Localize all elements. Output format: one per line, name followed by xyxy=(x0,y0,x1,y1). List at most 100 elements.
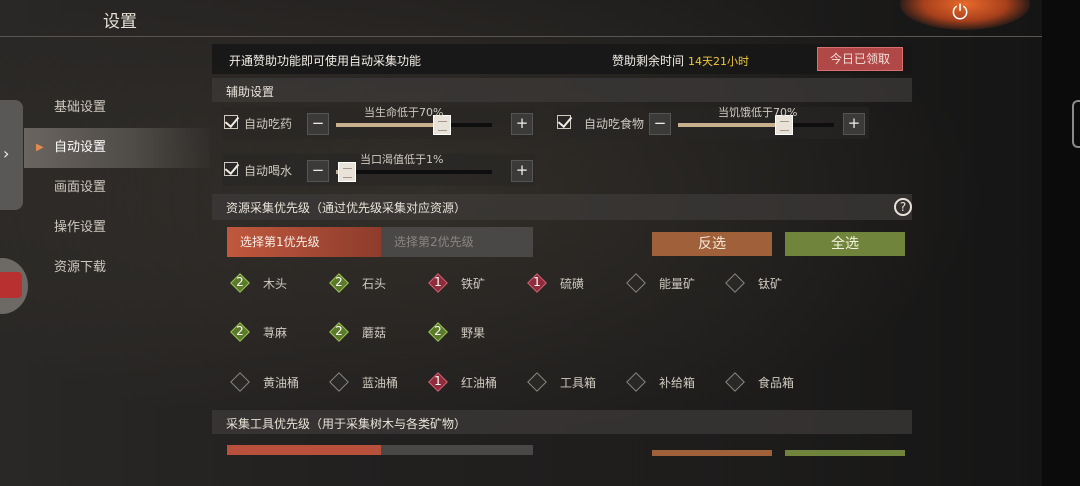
menu-item-label: 画面设置 xyxy=(54,180,107,195)
resource-label: 木头 xyxy=(263,277,288,291)
priority-level: 1 xyxy=(434,374,442,388)
menu-item-display[interactable]: 画面设置 xyxy=(24,168,210,208)
page-title: 设置 xyxy=(103,12,137,32)
sponsor-remaining: 赞助剩余时间 14天21小时 xyxy=(612,52,749,69)
tools-tab-priority-1[interactable] xyxy=(227,445,381,455)
tools-invert-button[interactable] xyxy=(652,450,772,456)
auto-medicine-label: 自动吃药 xyxy=(244,117,293,131)
priority-diamond-icon: 2 xyxy=(230,273,250,293)
right-drawer-handle[interactable] xyxy=(1072,100,1080,148)
chevron-right-icon: › xyxy=(3,144,10,163)
sponsor-message: 开通赞助功能即可使用自动采集功能 xyxy=(229,54,422,68)
priority-diamond-icon: 2 xyxy=(230,322,250,342)
tab-priority-2[interactable]: 选择第2优先级 xyxy=(381,227,533,257)
priority-diamond-icon: 2 xyxy=(329,273,349,293)
resource-label: 荨麻 xyxy=(263,326,288,340)
gather-section-title: 资源采集优先级（通过优先级采集对应资源） xyxy=(226,201,467,215)
priority-diamond-icon: 1 xyxy=(527,273,547,293)
menu-item-label: 自动设置 xyxy=(54,140,107,155)
resource-label: 钛矿 xyxy=(758,277,783,291)
avatar-image xyxy=(0,272,22,298)
resource-label: 红油桶 xyxy=(461,376,498,390)
resource-label: 工具箱 xyxy=(560,376,597,390)
header-divider xyxy=(0,36,1042,37)
priority-level: 2 xyxy=(236,324,244,338)
right-edge-strip xyxy=(1042,0,1080,486)
auto-water-checkbox[interactable] xyxy=(224,162,238,176)
priority-diamond-icon xyxy=(230,372,250,392)
priority-level: 2 xyxy=(434,324,442,338)
auto-medicine-row: 自动吃药 − 当生命低于70% + xyxy=(222,106,535,139)
sponsor-banner: 开通赞助功能即可使用自动采集功能 赞助剩余时间 14天21小时 今日已领取 xyxy=(212,44,912,74)
auto-medicine-caption: 当生命低于70% xyxy=(364,106,444,119)
remaining-value: 14天21小时 xyxy=(688,55,750,68)
side-expand-tab[interactable]: › xyxy=(0,100,23,210)
settings-content: 开通赞助功能即可使用自动采集功能 赞助剩余时间 14天21小时 今日已领取 辅助设… xyxy=(212,40,912,456)
priority-diamond-icon: 1 xyxy=(428,273,448,293)
auto-medicine-slider-fill xyxy=(336,123,446,127)
resource-label: 铁矿 xyxy=(461,277,486,291)
resource-label: 硫磺 xyxy=(560,277,585,291)
auto-water-plus-button[interactable]: + xyxy=(511,160,533,182)
priority-level: 2 xyxy=(236,275,244,289)
priority-diamond-icon xyxy=(329,372,349,392)
auto-water-slider-thumb[interactable] xyxy=(338,162,356,182)
menu-item-label: 操作设置 xyxy=(54,220,107,235)
priority-level: 1 xyxy=(434,275,442,289)
auto-food-checkbox[interactable] xyxy=(557,115,571,129)
daily-claim-button[interactable]: 今日已领取 xyxy=(817,47,903,71)
remaining-label: 赞助剩余时间 xyxy=(612,54,685,68)
priority-diamond-icon xyxy=(626,372,646,392)
select-all-button[interactable]: 全选 xyxy=(785,232,905,256)
invert-selection-button[interactable]: 反选 xyxy=(652,232,772,256)
resource-label: 蓝油桶 xyxy=(362,376,399,390)
auto-water-label: 自动喝水 xyxy=(244,164,293,178)
auto-food-row: 自动吃食物 − 当饥饿低于70% + xyxy=(554,106,869,139)
tools-section-title: 采集工具优先级（用于采集树木与各类矿物） xyxy=(226,417,467,431)
menu-item-label: 资源下载 xyxy=(54,260,107,275)
resource-label: 野果 xyxy=(461,326,486,340)
priority-diamond-icon xyxy=(527,372,547,392)
resource-label: 能量矿 xyxy=(659,277,696,291)
resource-label: 黄油桶 xyxy=(263,376,300,390)
menu-item-label: 基础设置 xyxy=(54,100,107,115)
priority-level: 2 xyxy=(335,275,343,289)
auto-medicine-checkbox[interactable] xyxy=(224,115,238,129)
menu-item-controls[interactable]: 操作设置 xyxy=(24,208,210,248)
menu-item-basic[interactable]: 基础设置 xyxy=(24,88,210,128)
auto-food-label: 自动吃食物 xyxy=(584,117,645,131)
gather-priority-tabs: 选择第1优先级 选择第2优先级 xyxy=(227,227,533,257)
auto-food-caption: 当饥饿低于70% xyxy=(718,106,798,119)
resource-label: 石头 xyxy=(362,277,387,291)
resource-label: 补给箱 xyxy=(659,376,696,390)
assist-section-title: 辅助设置 xyxy=(226,85,275,99)
menu-item-downloads[interactable]: 资源下载 xyxy=(24,248,210,288)
priority-level: 2 xyxy=(335,324,343,338)
auto-water-row: 自动喝水 − 当口渴值低于1% + xyxy=(222,153,535,186)
auto-water-slider[interactable]: 当口渴值低于1% xyxy=(336,153,492,182)
auto-food-slider[interactable]: 当饥饿低于70% xyxy=(678,106,834,135)
priority-diamond-icon xyxy=(725,273,745,293)
priority-level: 1 xyxy=(533,275,541,289)
tools-section-header: 采集工具优先级（用于采集树木与各类矿物） xyxy=(212,410,912,434)
auto-water-minus-button[interactable]: − xyxy=(307,160,329,182)
help-icon[interactable]: ? xyxy=(894,198,912,216)
active-arrow-icon: ▶ xyxy=(36,142,44,153)
tab-priority-1[interactable]: 选择第1优先级 xyxy=(227,227,381,257)
priority-diamond-icon: 2 xyxy=(428,322,448,342)
auto-water-caption: 当口渴值低于1% xyxy=(360,153,444,166)
auto-food-plus-button[interactable]: + xyxy=(843,113,865,135)
priority-diamond-icon: 1 xyxy=(428,372,448,392)
auto-medicine-minus-button[interactable]: − xyxy=(307,113,329,135)
auto-food-minus-button[interactable]: − xyxy=(649,113,671,135)
auto-medicine-slider[interactable]: 当生命低于70% xyxy=(336,106,492,135)
tools-tab-priority-2[interactable] xyxy=(381,445,533,455)
menu-item-auto[interactable]: ▶ 自动设置 xyxy=(24,128,210,168)
power-icon[interactable]: ⏻ xyxy=(948,0,972,24)
assist-section-header: 辅助设置 xyxy=(212,78,912,102)
tools-select-all-button[interactable] xyxy=(785,450,905,456)
priority-diamond-icon: 2 xyxy=(329,322,349,342)
settings-menu: 基础设置 ▶ 自动设置 画面设置 操作设置 资源下载 xyxy=(24,88,210,288)
auto-medicine-plus-button[interactable]: + xyxy=(511,113,533,135)
resource-label: 食品箱 xyxy=(758,376,795,390)
